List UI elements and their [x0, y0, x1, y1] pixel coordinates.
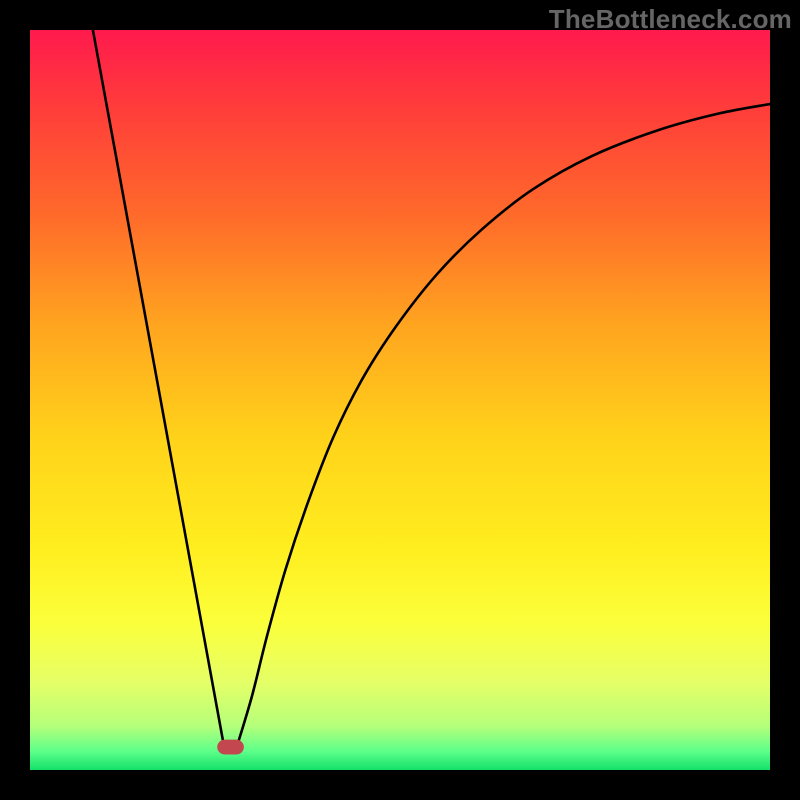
gradient-background [30, 30, 770, 770]
minimum-marker [217, 740, 244, 755]
chart-frame: TheBottleneck.com [0, 0, 800, 800]
chart-svg [30, 30, 770, 770]
watermark-text: TheBottleneck.com [549, 4, 792, 35]
markers-group [217, 740, 244, 755]
plot-area [30, 30, 770, 770]
